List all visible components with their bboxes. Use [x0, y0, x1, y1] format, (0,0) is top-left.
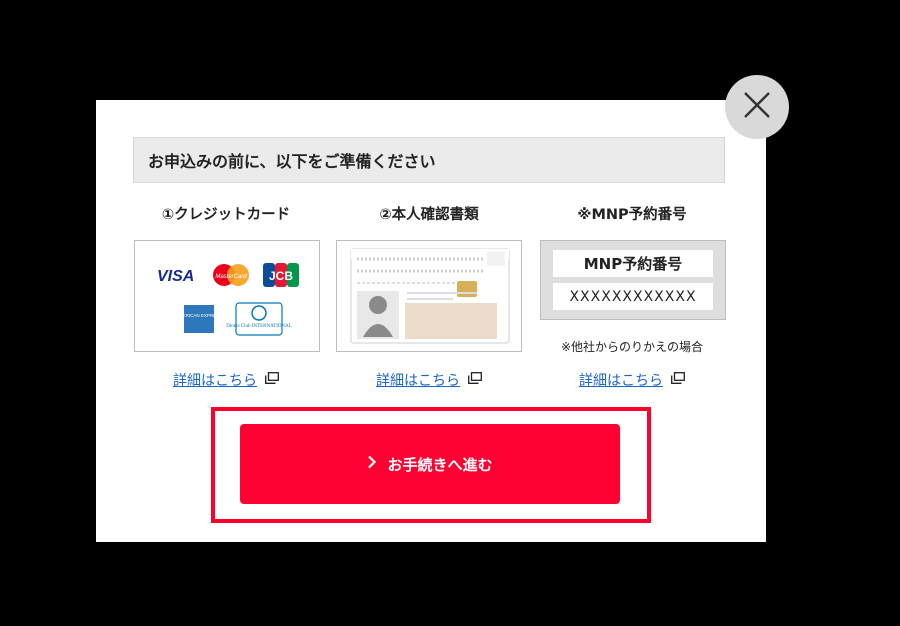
svg-text:JCB: JCB [269, 269, 293, 283]
mnp-value: XXXXXXXXXXXX [553, 283, 713, 310]
mnp-illustration: MNP予約番号 XXXXXXXXXXXX [540, 240, 726, 320]
close-icon [742, 90, 772, 124]
external-window-icon [468, 372, 482, 388]
credit-card-logos: VISA MasterCard JCB AMERICAN EXPRESS Din… [134, 240, 320, 352]
credit-card-details-label: 詳細はこちら [173, 373, 257, 389]
mastercard-logo: MasterCard [213, 264, 249, 286]
jcb-logo: JCB [263, 263, 299, 287]
external-window-icon [671, 372, 685, 388]
visa-logo: VISA [157, 268, 194, 285]
modal-header: お申込みの前に、以下をご準備ください [133, 137, 725, 183]
mnp-label: MNP予約番号 [553, 250, 713, 277]
amex-logo: AMERICAN EXPRESS [176, 305, 222, 333]
mnp-details-label: 詳細はこちら [579, 373, 663, 389]
external-window-icon [265, 372, 279, 388]
mnp-note: ※他社からのりかえの場合 [560, 340, 704, 354]
id-card-illustration [336, 240, 522, 352]
id-document-details-link[interactable]: 詳細はこちら [336, 370, 522, 390]
svg-text:Diners Club INTERNATIONAL: Diners Club INTERNATIONAL [226, 324, 292, 329]
credit-card-title: ①クレジットカード [161, 207, 291, 223]
mnp-details-link[interactable]: 詳細はこちら [539, 370, 725, 390]
credit-card-details-link[interactable]: 詳細はこちら [133, 370, 319, 390]
proceed-button[interactable]: お手続きへ進む [240, 424, 620, 504]
svg-text:MasterCard: MasterCard [215, 274, 247, 280]
svg-text:AMERICAN EXPRESS: AMERICAN EXPRESS [176, 313, 222, 318]
proceed-button-label: お手続きへ進む [387, 455, 493, 474]
id-document-title: ②本人確認書類 [379, 207, 479, 223]
mnp-title: ※MNP予約番号 [577, 207, 687, 223]
close-button[interactable] [725, 75, 789, 139]
chevron-right-icon [367, 455, 377, 473]
id-document-details-label: 詳細はこちら [376, 373, 460, 389]
diners-club-logo: Diners Club INTERNATIONAL [226, 302, 292, 336]
modal-dialog: お申込みの前に、以下をご準備ください ①クレジットカード VISA Master… [96, 100, 766, 542]
